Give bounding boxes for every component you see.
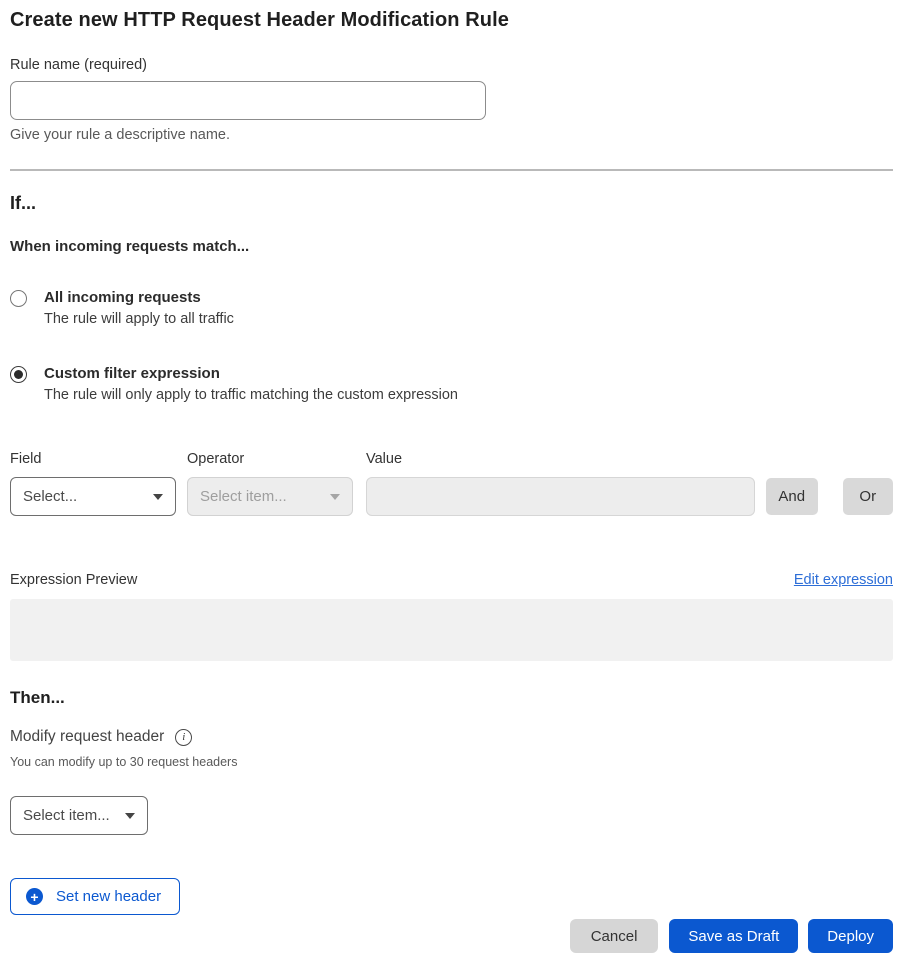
operator-select[interactable]: Select item...: [187, 477, 353, 516]
footer-actions: Cancel Save as Draft Deploy: [10, 919, 893, 953]
save-as-draft-button[interactable]: Save as Draft: [669, 919, 798, 953]
field-label: Field: [10, 451, 176, 467]
radio-label-all-incoming: All incoming requests: [44, 289, 234, 306]
value-input[interactable]: [366, 477, 755, 516]
chevron-down-icon: [125, 813, 135, 819]
chevron-down-icon: [153, 494, 163, 500]
info-icon[interactable]: i: [175, 729, 192, 746]
header-select[interactable]: Select item...: [10, 796, 148, 835]
expression-builder-row: Field Select... Operator Select item... …: [10, 451, 893, 516]
radio-button-unselected[interactable]: [10, 290, 27, 307]
deploy-button[interactable]: Deploy: [808, 919, 893, 953]
section-divider: [10, 169, 893, 171]
and-button[interactable]: And: [766, 478, 818, 515]
if-heading: If...: [10, 193, 893, 214]
or-button[interactable]: Or: [843, 478, 894, 515]
set-new-header-label: Set new header: [56, 888, 161, 905]
operator-label: Operator: [187, 451, 353, 467]
then-heading: Then...: [10, 688, 893, 708]
value-label: Value: [366, 451, 755, 467]
page-title: Create new HTTP Request Header Modificat…: [10, 9, 893, 32]
radio-desc-custom-filter: The rule will only apply to traffic matc…: [44, 387, 458, 403]
match-radio-group: All incoming requests The rule will appl…: [10, 289, 893, 403]
modify-request-header-label: Modify request header: [10, 728, 164, 746]
expression-preview-box: [10, 599, 893, 661]
cancel-button[interactable]: Cancel: [570, 919, 659, 953]
plus-icon: +: [26, 888, 43, 905]
match-subheading: When incoming requests match...: [10, 238, 893, 255]
field-select[interactable]: Select...: [10, 477, 176, 516]
create-rule-form: Create new HTTP Request Header Modificat…: [0, 0, 899, 953]
rule-name-input[interactable]: [10, 81, 486, 120]
expression-preview-label: Expression Preview: [10, 572, 137, 588]
rule-name-help: Give your rule a descriptive name.: [10, 127, 893, 143]
edit-expression-link[interactable]: Edit expression: [794, 572, 893, 588]
radio-button-selected[interactable]: [10, 366, 27, 383]
radio-option-custom-filter[interactable]: Custom filter expression The rule will o…: [10, 365, 893, 403]
radio-desc-all-incoming: The rule will apply to all traffic: [44, 311, 234, 327]
field-select-value: Select...: [23, 488, 77, 505]
operator-select-value: Select item...: [200, 488, 287, 505]
chevron-down-icon: [330, 494, 340, 500]
set-new-header-button[interactable]: + Set new header: [10, 878, 180, 915]
radio-label-custom-filter: Custom filter expression: [44, 365, 458, 382]
radio-option-all-incoming[interactable]: All incoming requests The rule will appl…: [10, 289, 893, 327]
header-limit-help: You can modify up to 30 request headers: [10, 755, 893, 769]
rule-name-label: Rule name (required): [10, 57, 893, 73]
header-select-value: Select item...: [23, 807, 110, 824]
